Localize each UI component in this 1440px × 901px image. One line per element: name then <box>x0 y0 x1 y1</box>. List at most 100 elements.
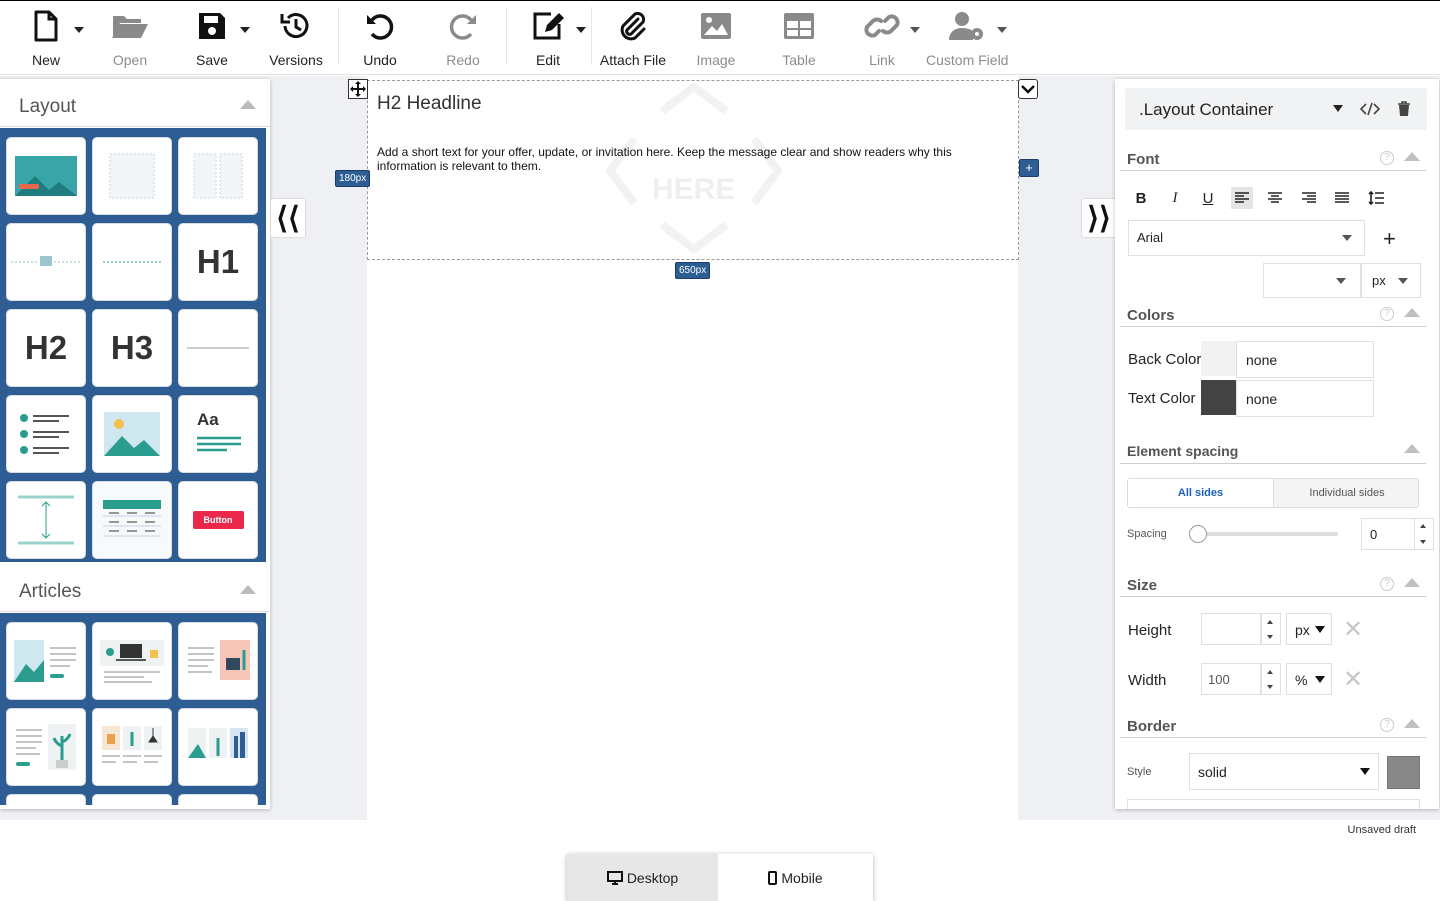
mobile-view-tab[interactable]: Mobile <box>718 854 873 901</box>
line-height-icon[interactable] <box>1365 187 1387 209</box>
tile-h3[interactable]: H3 <box>92 309 172 387</box>
tile-h1[interactable]: H1 <box>178 223 258 301</box>
add-block-button[interactable]: + <box>1019 159 1039 177</box>
help-icon[interactable]: ? <box>1380 151 1394 165</box>
tile-line[interactable] <box>178 309 258 387</box>
individual-sides-tab[interactable]: Individual sides <box>1274 479 1420 507</box>
edit-button[interactable]: Edit <box>518 7 578 69</box>
align-center-icon[interactable] <box>1264 187 1286 209</box>
stepper-down-icon[interactable] <box>1267 685 1273 689</box>
tile-article-image-right[interactable] <box>178 622 258 700</box>
table-button[interactable]: Table <box>769 7 829 69</box>
collapse-up-icon[interactable] <box>240 100 256 109</box>
tile-article-more[interactable] <box>178 794 258 805</box>
body-text[interactable]: Add a short text for your offer, update,… <box>377 145 977 173</box>
link-button[interactable]: Link <box>852 7 912 69</box>
open-button[interactable]: Open <box>100 7 160 69</box>
spacing-input[interactable]: 0 <box>1361 518 1415 550</box>
help-icon[interactable]: ? <box>1380 577 1394 591</box>
stepper-up-icon[interactable] <box>1267 670 1273 674</box>
image-button[interactable]: Image <box>686 7 746 69</box>
custom-field-button[interactable]: Custom Field <box>926 7 1008 69</box>
width-input[interactable]: 100 <box>1201 663 1261 695</box>
spacing-stepper[interactable] <box>1414 518 1434 550</box>
text-color-input[interactable]: none <box>1236 380 1374 417</box>
tile-divider[interactable] <box>92 223 172 301</box>
tile-article-plant[interactable] <box>6 708 86 786</box>
collapse-up-icon[interactable] <box>1404 719 1420 728</box>
tile-article-laptop[interactable] <box>92 622 172 700</box>
back-color-input[interactable]: none <box>1236 341 1374 378</box>
stepper-up-icon[interactable] <box>1420 524 1426 528</box>
layout-section-header[interactable]: Layout <box>0 79 270 127</box>
tile-one-column[interactable] <box>92 137 172 215</box>
collapse-up-icon[interactable] <box>1404 308 1420 317</box>
desktop-view-tab[interactable]: Desktop <box>567 854 718 901</box>
tile-button[interactable]: Button <box>178 481 258 559</box>
layout-container-block[interactable]: HERE H2 Headline Add a short text for yo… <box>367 80 1019 260</box>
new-dropdown-icon[interactable] <box>74 27 84 33</box>
save-button[interactable]: Save <box>182 7 242 69</box>
link-dropdown-icon[interactable] <box>910 27 920 33</box>
underline-icon[interactable]: U <box>1197 187 1219 209</box>
tile-article-gallery[interactable] <box>178 708 258 786</box>
custom-field-dropdown-icon[interactable] <box>997 27 1007 33</box>
stepper-down-icon[interactable] <box>1267 635 1273 639</box>
save-dropdown-icon[interactable] <box>240 27 250 33</box>
attach-file-button[interactable]: Attach File <box>598 7 668 69</box>
new-button[interactable]: New <box>14 7 78 69</box>
tile-h2[interactable]: H2 <box>6 309 86 387</box>
edit-dropdown-icon[interactable] <box>576 27 586 33</box>
clear-width-icon[interactable]: ✕ <box>1343 665 1363 694</box>
code-icon[interactable] <box>1360 102 1380 116</box>
border-style-select[interactable]: solid <box>1189 753 1379 790</box>
align-right-icon[interactable] <box>1298 187 1320 209</box>
add-font-icon[interactable]: + <box>1383 226 1396 252</box>
help-icon[interactable]: ? <box>1380 718 1394 732</box>
all-sides-tab[interactable]: All sides <box>1128 479 1274 507</box>
articles-section-header[interactable]: Articles <box>0 564 270 612</box>
tile-table[interactable] <box>92 481 172 559</box>
align-justify-icon[interactable] <box>1331 187 1353 209</box>
spacing-slider-handle[interactable] <box>1189 525 1207 543</box>
tile-article-three-col[interactable] <box>92 708 172 786</box>
text-color-swatch[interactable] <box>1201 380 1236 415</box>
selector-dropdown-icon[interactable] <box>1333 105 1343 112</box>
border-color-swatch[interactable] <box>1387 756 1420 789</box>
tile-article-more[interactable] <box>6 794 86 805</box>
tile-image[interactable] <box>6 223 86 301</box>
versions-button[interactable]: Versions <box>263 7 329 69</box>
font-size-input[interactable] <box>1263 263 1361 298</box>
collapse-up-icon[interactable] <box>1404 444 1420 453</box>
move-handle[interactable] <box>348 79 368 99</box>
headline-text[interactable]: H2 Headline <box>377 93 482 115</box>
redo-button[interactable]: Redo <box>433 7 493 69</box>
font-family-select[interactable]: Arial <box>1128 220 1365 256</box>
width-stepper[interactable] <box>1261 663 1281 695</box>
element-selector[interactable]: .Layout Container <box>1125 88 1427 130</box>
block-menu-button[interactable] <box>1018 79 1038 99</box>
tile-article-image-left[interactable] <box>6 622 86 700</box>
stepper-up-icon[interactable] <box>1267 620 1273 624</box>
collapse-up-icon[interactable] <box>1404 578 1420 587</box>
trash-icon[interactable] <box>1397 101 1411 117</box>
tile-text[interactable]: Aa <box>178 395 258 473</box>
width-unit-select[interactable]: % <box>1286 663 1332 695</box>
tile-article-more[interactable] <box>92 794 172 805</box>
collapse-left-panel-button[interactable]: ⟨⟨ <box>270 198 306 238</box>
border-width-input[interactable] <box>1127 799 1420 809</box>
tile-two-column[interactable] <box>178 137 258 215</box>
font-unit-select[interactable]: px <box>1361 263 1421 298</box>
collapse-up-icon[interactable] <box>1404 152 1420 161</box>
height-input[interactable] <box>1201 613 1261 645</box>
clear-height-icon[interactable]: ✕ <box>1343 615 1363 644</box>
back-color-swatch[interactable] <box>1201 341 1236 376</box>
collapse-right-panel-button[interactable]: ⟩⟩ <box>1081 198 1117 238</box>
undo-button[interactable]: Undo <box>350 7 410 69</box>
tile-image-banner[interactable] <box>6 137 86 215</box>
tile-checklist[interactable] <box>6 395 86 473</box>
help-icon[interactable]: ? <box>1380 307 1394 321</box>
height-unit-select[interactable]: px <box>1286 613 1332 645</box>
height-stepper[interactable] <box>1261 613 1281 645</box>
spacing-slider-track[interactable] <box>1195 532 1338 536</box>
